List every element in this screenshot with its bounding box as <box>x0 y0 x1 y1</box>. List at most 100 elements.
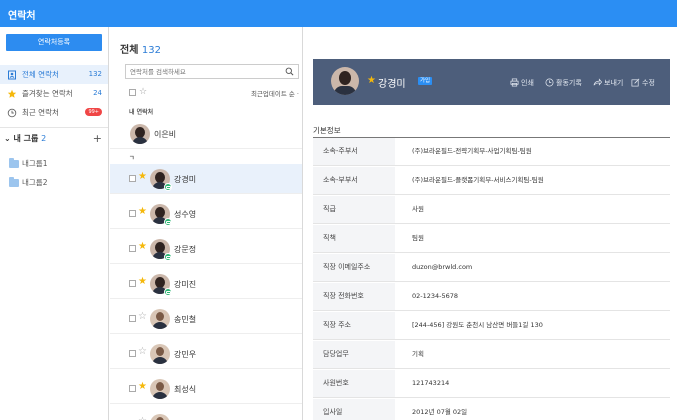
avatar <box>150 414 170 420</box>
contact-count: 132 <box>88 70 102 78</box>
group-title: 내 그룹 <box>13 134 39 143</box>
section-label-mine: 내 연락처 <box>129 109 154 116</box>
avatar <box>331 67 359 95</box>
contact-detail-panel: ★ 강경미 가입 인쇄 활동기록 보내기 수정 기본정보 소속-주부서 (주)브라… <box>304 27 677 420</box>
contact-row[interactable]: ★ 최성식 <box>110 374 302 404</box>
field-value: duzon@brwld.com <box>412 263 473 271</box>
sidebar-item-all-contacts[interactable]: 전체 연락처 132 <box>0 65 108 84</box>
favorite-star-icon[interactable]: ★ <box>138 241 147 253</box>
contact-name: 성수영 <box>174 210 197 219</box>
avatar <box>150 309 170 329</box>
contact-name: 이은비 <box>154 130 177 139</box>
contact-name: 강미진 <box>174 280 197 289</box>
sidebar-item-recent[interactable]: 최근 연락처 99+ <box>0 103 108 122</box>
avatar <box>130 124 150 144</box>
sidebar-item-favorites[interactable]: 즐겨찾는 연락처 24 <box>0 84 108 103</box>
contact-row[interactable]: ★ 강문정 <box>110 234 302 264</box>
favorite-star-icon[interactable]: ★ <box>138 381 147 393</box>
sidebar-item-group-2[interactable]: 내그룹2 <box>0 174 108 192</box>
info-row: 직급 사원 <box>313 196 670 224</box>
recent-badge: 99+ <box>85 108 102 116</box>
favorite-star-icon[interactable]: ☆ <box>138 311 147 323</box>
action-label: 인쇄 <box>521 79 534 87</box>
app-title: 연락처 <box>8 11 36 22</box>
edit-icon <box>631 78 640 87</box>
field-label: 담당업무 <box>313 341 395 368</box>
action-label: 수정 <box>642 79 655 87</box>
favorite-star-icon[interactable]: ★ <box>367 75 376 87</box>
group-label: 내그룹1 <box>22 159 48 168</box>
sort-dropdown[interactable]: 최근업데이트 순 · <box>251 88 299 98</box>
contact-row[interactable]: ☆ 강민우 <box>110 339 302 369</box>
favorite-star-icon[interactable]: ☆ <box>138 346 147 358</box>
folder-icon <box>9 177 19 187</box>
list-title-text: 전체 <box>120 45 139 56</box>
my-groups-header[interactable]: ⌄ 내 그룹 2 + <box>0 131 108 147</box>
section-label-index: ㄱ <box>129 155 135 162</box>
sidebar-item-label: 전체 연락처 <box>22 70 59 79</box>
group-label: 내그룹2 <box>22 178 48 187</box>
search-input[interactable] <box>126 65 276 78</box>
avatar <box>150 344 170 364</box>
field-value: (주)브라운필드-플랫폼기획부-서비스기획팀-팀원 <box>412 176 544 184</box>
sidebar: 연락처등록 전체 연락처 132 즐겨찾는 연락처 24 최근 연락처 99+ … <box>0 27 109 420</box>
favorite-star-icon[interactable]: ★ <box>138 276 147 288</box>
contact-row[interactable]: ☆박효진 <box>110 409 302 420</box>
row-checkbox[interactable] <box>129 280 136 287</box>
action-label: 활동기록 <box>556 79 582 87</box>
link-icon <box>164 288 172 296</box>
avatar <box>150 379 170 399</box>
search-icon[interactable] <box>285 67 294 76</box>
field-value: 사원 <box>412 205 424 213</box>
row-checkbox[interactable] <box>129 175 136 182</box>
sidebar-menu: 전체 연락처 132 즐겨찾는 연락처 24 최근 연락처 99+ <box>0 65 108 122</box>
contact-row[interactable]: ★ 성수영 <box>110 199 302 229</box>
select-all-checkbox[interactable] <box>129 89 136 96</box>
clock-icon <box>545 78 554 87</box>
contact-name: 강문정 <box>174 245 197 254</box>
info-row: 담당업무 기획 <box>313 341 670 369</box>
contact-name: 최성식 <box>174 385 197 394</box>
field-label: 소속-부부서 <box>313 167 395 194</box>
row-checkbox[interactable] <box>129 350 136 357</box>
contact-row[interactable]: ★ 강경미 <box>110 164 302 194</box>
star-icon <box>7 89 17 98</box>
field-label: 입사일 <box>313 399 395 420</box>
favorite-star-icon[interactable]: ★ <box>138 206 147 218</box>
list-count: 132 <box>141 45 161 56</box>
group-count: 2 <box>41 134 47 143</box>
my-contact-row[interactable]: 이은비 <box>110 119 302 149</box>
contact-name: 송민철 <box>174 315 197 324</box>
sidebar-item-group-1[interactable]: 내그룹1 <box>0 155 108 173</box>
link-icon <box>164 253 172 261</box>
field-value: [244-456] 강원도 춘천시 남산면 버들1길 130 <box>412 321 543 329</box>
sidebar-item-label: 최근 연락처 <box>22 108 59 117</box>
info-row: 소속-부부서 (주)브라운필드-플랫폼기획부-서비스기획팀-팀원 <box>313 167 670 195</box>
row-checkbox[interactable] <box>129 210 136 217</box>
favorite-star-icon[interactable]: ★ <box>138 171 147 183</box>
favorite-star-icon[interactable]: ☆ <box>138 416 147 420</box>
share-icon <box>593 78 602 86</box>
contact-row[interactable]: ☆ 송민철 <box>110 304 302 334</box>
link-icon <box>164 218 172 226</box>
field-label: 직장 주소 <box>313 312 395 339</box>
top-bar: 연락처 <box>0 0 677 27</box>
field-label: 직장 전화번호 <box>313 283 395 310</box>
contact-row[interactable]: ★ 강미진 <box>110 269 302 299</box>
search-box <box>125 64 299 79</box>
section-title: 기본정보 <box>313 126 341 135</box>
contact-name: 강경미 <box>378 79 406 90</box>
row-checkbox[interactable] <box>129 385 136 392</box>
info-row: 소속-주부서 (주)브라운필드-전략기획부-사업기획팀-팀원 <box>313 138 670 166</box>
row-checkbox[interactable] <box>129 245 136 252</box>
info-row: 입사일 2012년 07월 02일 <box>313 399 670 420</box>
register-contact-button[interactable]: 연락처등록 <box>6 34 102 51</box>
star-filter-icon[interactable]: ☆ <box>139 87 147 98</box>
chevron-down-icon: ⌄ <box>4 134 11 143</box>
link-icon <box>164 183 172 191</box>
info-row: 직책 팀원 <box>313 225 670 253</box>
row-checkbox[interactable] <box>129 315 136 322</box>
field-label: 직책 <box>313 225 395 252</box>
add-group-button[interactable]: + <box>93 131 102 147</box>
contact-name: 강경미 <box>174 175 197 184</box>
